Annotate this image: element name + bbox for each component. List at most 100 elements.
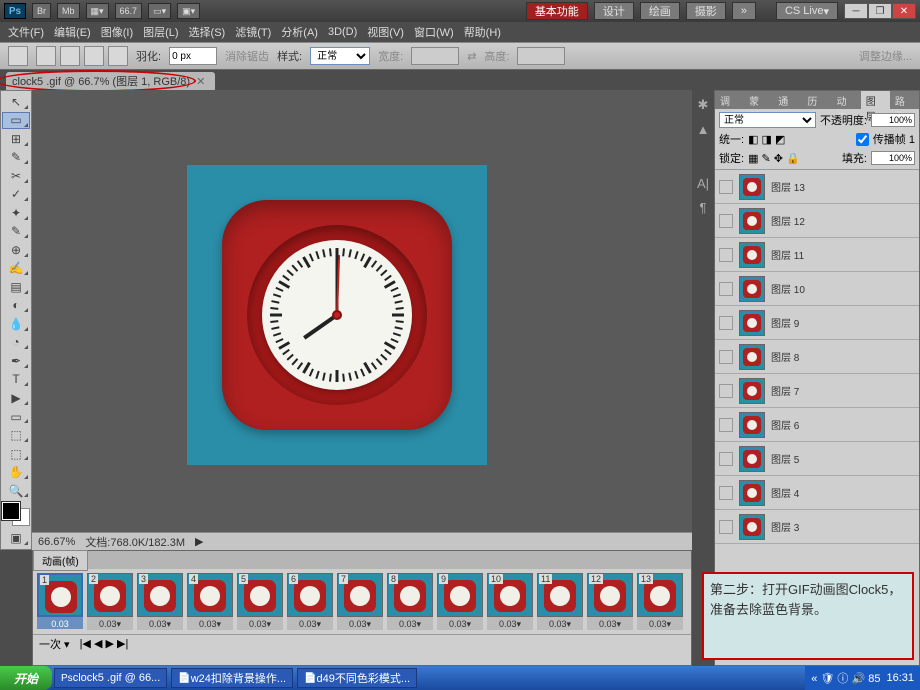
animation-frame[interactable]: 30.03▾ bbox=[137, 573, 183, 630]
cslive-button[interactable]: CS Live ▾ bbox=[776, 2, 838, 20]
layer-item[interactable]: 图层 6 bbox=[715, 408, 919, 442]
navigator-icon[interactable]: ✱ bbox=[694, 96, 712, 114]
menu-3d[interactable]: 3D(D) bbox=[324, 24, 361, 40]
task-item[interactable]: Ps clock5 .gif @ 66... bbox=[54, 668, 167, 688]
move-tool[interactable]: ↖ bbox=[2, 93, 30, 111]
canvas[interactable]: 66.67% 文档:768.0K/182.3M ▶ bbox=[32, 90, 692, 550]
layer-item[interactable]: 图层 12 bbox=[715, 204, 919, 238]
stamp-tool[interactable]: ⊕ bbox=[2, 241, 30, 259]
ptab-history[interactable]: 历史 bbox=[802, 91, 831, 109]
close-button[interactable]: ✕ bbox=[892, 3, 916, 19]
visibility-toggle[interactable] bbox=[719, 316, 733, 330]
opacity-input[interactable] bbox=[871, 113, 915, 127]
ptab-layers[interactable]: 图层 bbox=[861, 91, 890, 109]
animation-frame[interactable]: 60.03▾ bbox=[287, 573, 333, 630]
pen-tool[interactable]: ✒ bbox=[2, 352, 30, 370]
char-icon[interactable]: A| bbox=[694, 174, 712, 192]
system-tray[interactable]: « 🛡 ⓘ 🔊 85 16:31 bbox=[805, 666, 920, 690]
menu-file[interactable]: 文件(F) bbox=[4, 22, 48, 42]
menu-window[interactable]: 窗口(W) bbox=[410, 22, 458, 42]
workspace-design[interactable]: 设计 bbox=[594, 2, 634, 20]
visibility-toggle[interactable] bbox=[719, 350, 733, 364]
histogram-icon[interactable]: ▲ bbox=[694, 120, 712, 138]
minibridge-icon[interactable]: Mb bbox=[57, 3, 80, 19]
menu-image[interactable]: 图像(I) bbox=[97, 22, 137, 42]
workspace-basic[interactable]: 基本功能 bbox=[526, 2, 588, 20]
menu-analysis[interactable]: 分析(A) bbox=[277, 22, 322, 42]
color-swatches[interactable] bbox=[2, 502, 30, 526]
animation-frame[interactable]: 80.03▾ bbox=[387, 573, 433, 630]
layer-item[interactable]: 图层 4 bbox=[715, 476, 919, 510]
start-button[interactable]: 开始 bbox=[0, 666, 52, 690]
style-select[interactable]: 正常 bbox=[310, 47, 370, 65]
lasso-tool[interactable]: ⊞ bbox=[2, 130, 30, 148]
layer-item[interactable]: 图层 5 bbox=[715, 442, 919, 476]
menu-help[interactable]: 帮助(H) bbox=[460, 22, 505, 42]
layer-item[interactable]: 图层 13 bbox=[715, 170, 919, 204]
fill-input[interactable] bbox=[871, 151, 915, 165]
dodge-tool[interactable]: ◔ bbox=[2, 334, 30, 352]
animation-frame[interactable]: 110.03▾ bbox=[537, 573, 583, 630]
zoom-readout[interactable]: 66.67% bbox=[38, 536, 75, 548]
workspace-photo[interactable]: 摄影 bbox=[686, 2, 726, 20]
workspace-paint[interactable]: 绘画 bbox=[640, 2, 680, 20]
visibility-toggle[interactable] bbox=[719, 486, 733, 500]
view-extras-icon[interactable]: ▦▾ bbox=[86, 3, 109, 19]
screen-mode-icon[interactable]: ▣▾ bbox=[177, 3, 200, 19]
maximize-button[interactable]: ❐ bbox=[868, 3, 892, 19]
loop-select[interactable]: 一次 ▾ bbox=[39, 636, 70, 652]
visibility-toggle[interactable] bbox=[719, 520, 733, 534]
document-tab[interactable]: clock5 .gif @ 66.7% (图层 1, RGB/8) ✕ bbox=[6, 72, 215, 90]
task-item[interactable]: 📄 w24扣除背景操作... bbox=[171, 668, 293, 688]
layer-item[interactable]: 图层 10 bbox=[715, 272, 919, 306]
brush-tool[interactable]: ✎ bbox=[2, 223, 30, 241]
layer-item[interactable]: 图层 3 bbox=[715, 510, 919, 544]
animation-frame[interactable]: 20.03▾ bbox=[87, 573, 133, 630]
ptab-channel[interactable]: 通道 bbox=[773, 91, 802, 109]
3d-tool[interactable]: ⬚ bbox=[2, 426, 30, 444]
workspace-more[interactable]: » bbox=[732, 2, 756, 20]
paragraph-icon[interactable]: ¶ bbox=[694, 198, 712, 216]
path-select-tool[interactable]: ▶ bbox=[2, 389, 30, 407]
animation-frame[interactable]: 120.03▾ bbox=[587, 573, 633, 630]
task-item[interactable]: 📄 d49不同色彩模式... bbox=[297, 668, 417, 688]
ptab-paths[interactable]: 路径 bbox=[890, 91, 919, 109]
layer-item[interactable]: 图层 9 bbox=[715, 306, 919, 340]
crop-tool[interactable]: ✂ bbox=[2, 167, 30, 185]
visibility-toggle[interactable] bbox=[719, 282, 733, 296]
blur-tool[interactable]: 💧 bbox=[2, 315, 30, 333]
quick-select-tool[interactable]: ✎ bbox=[2, 149, 30, 167]
arrange-icon[interactable]: ▭▾ bbox=[148, 3, 171, 19]
animation-frame[interactable]: 130.03▾ bbox=[637, 573, 683, 630]
visibility-toggle[interactable] bbox=[719, 384, 733, 398]
intersect-selection-icon[interactable] bbox=[108, 46, 128, 66]
new-selection-icon[interactable] bbox=[36, 46, 56, 66]
tool-preset-icon[interactable] bbox=[8, 46, 28, 66]
visibility-toggle[interactable] bbox=[719, 180, 733, 194]
animation-frame[interactable]: 90.03▾ bbox=[437, 573, 483, 630]
visibility-toggle[interactable] bbox=[719, 452, 733, 466]
playback-buttons[interactable]: |◀ ◀ ▶ ▶| bbox=[80, 637, 129, 650]
foreground-color[interactable] bbox=[2, 502, 20, 520]
ptab-mask[interactable]: 蒙版 bbox=[744, 91, 773, 109]
bridge-icon[interactable]: Br bbox=[32, 3, 51, 19]
healing-tool[interactable]: ✦ bbox=[2, 204, 30, 222]
type-tool[interactable]: T bbox=[2, 371, 30, 389]
animation-tab[interactable]: 动画(帧) bbox=[33, 550, 88, 571]
eyedropper-tool[interactable]: ✓ bbox=[2, 186, 30, 204]
3d-camera-tool[interactable]: ⬚ bbox=[2, 445, 30, 463]
visibility-toggle[interactable] bbox=[719, 214, 733, 228]
zoom-level[interactable]: 66.7 bbox=[115, 3, 143, 19]
blend-mode-select[interactable]: 正常 bbox=[719, 112, 816, 128]
menu-edit[interactable]: 编辑(E) bbox=[50, 22, 95, 42]
menu-select[interactable]: 选择(S) bbox=[185, 22, 230, 42]
animation-frame[interactable]: 40.03▾ bbox=[187, 573, 233, 630]
propagate-checkbox[interactable] bbox=[856, 133, 869, 146]
layer-item[interactable]: 图层 7 bbox=[715, 374, 919, 408]
minimize-button[interactable]: ─ bbox=[844, 3, 868, 19]
shape-tool[interactable]: ▭ bbox=[2, 408, 30, 426]
feather-input[interactable] bbox=[169, 47, 217, 65]
eraser-tool[interactable]: ▤ bbox=[2, 278, 30, 296]
tab-close-icon[interactable]: ✕ bbox=[196, 75, 205, 88]
marquee-tool[interactable]: ▭ bbox=[2, 112, 30, 130]
